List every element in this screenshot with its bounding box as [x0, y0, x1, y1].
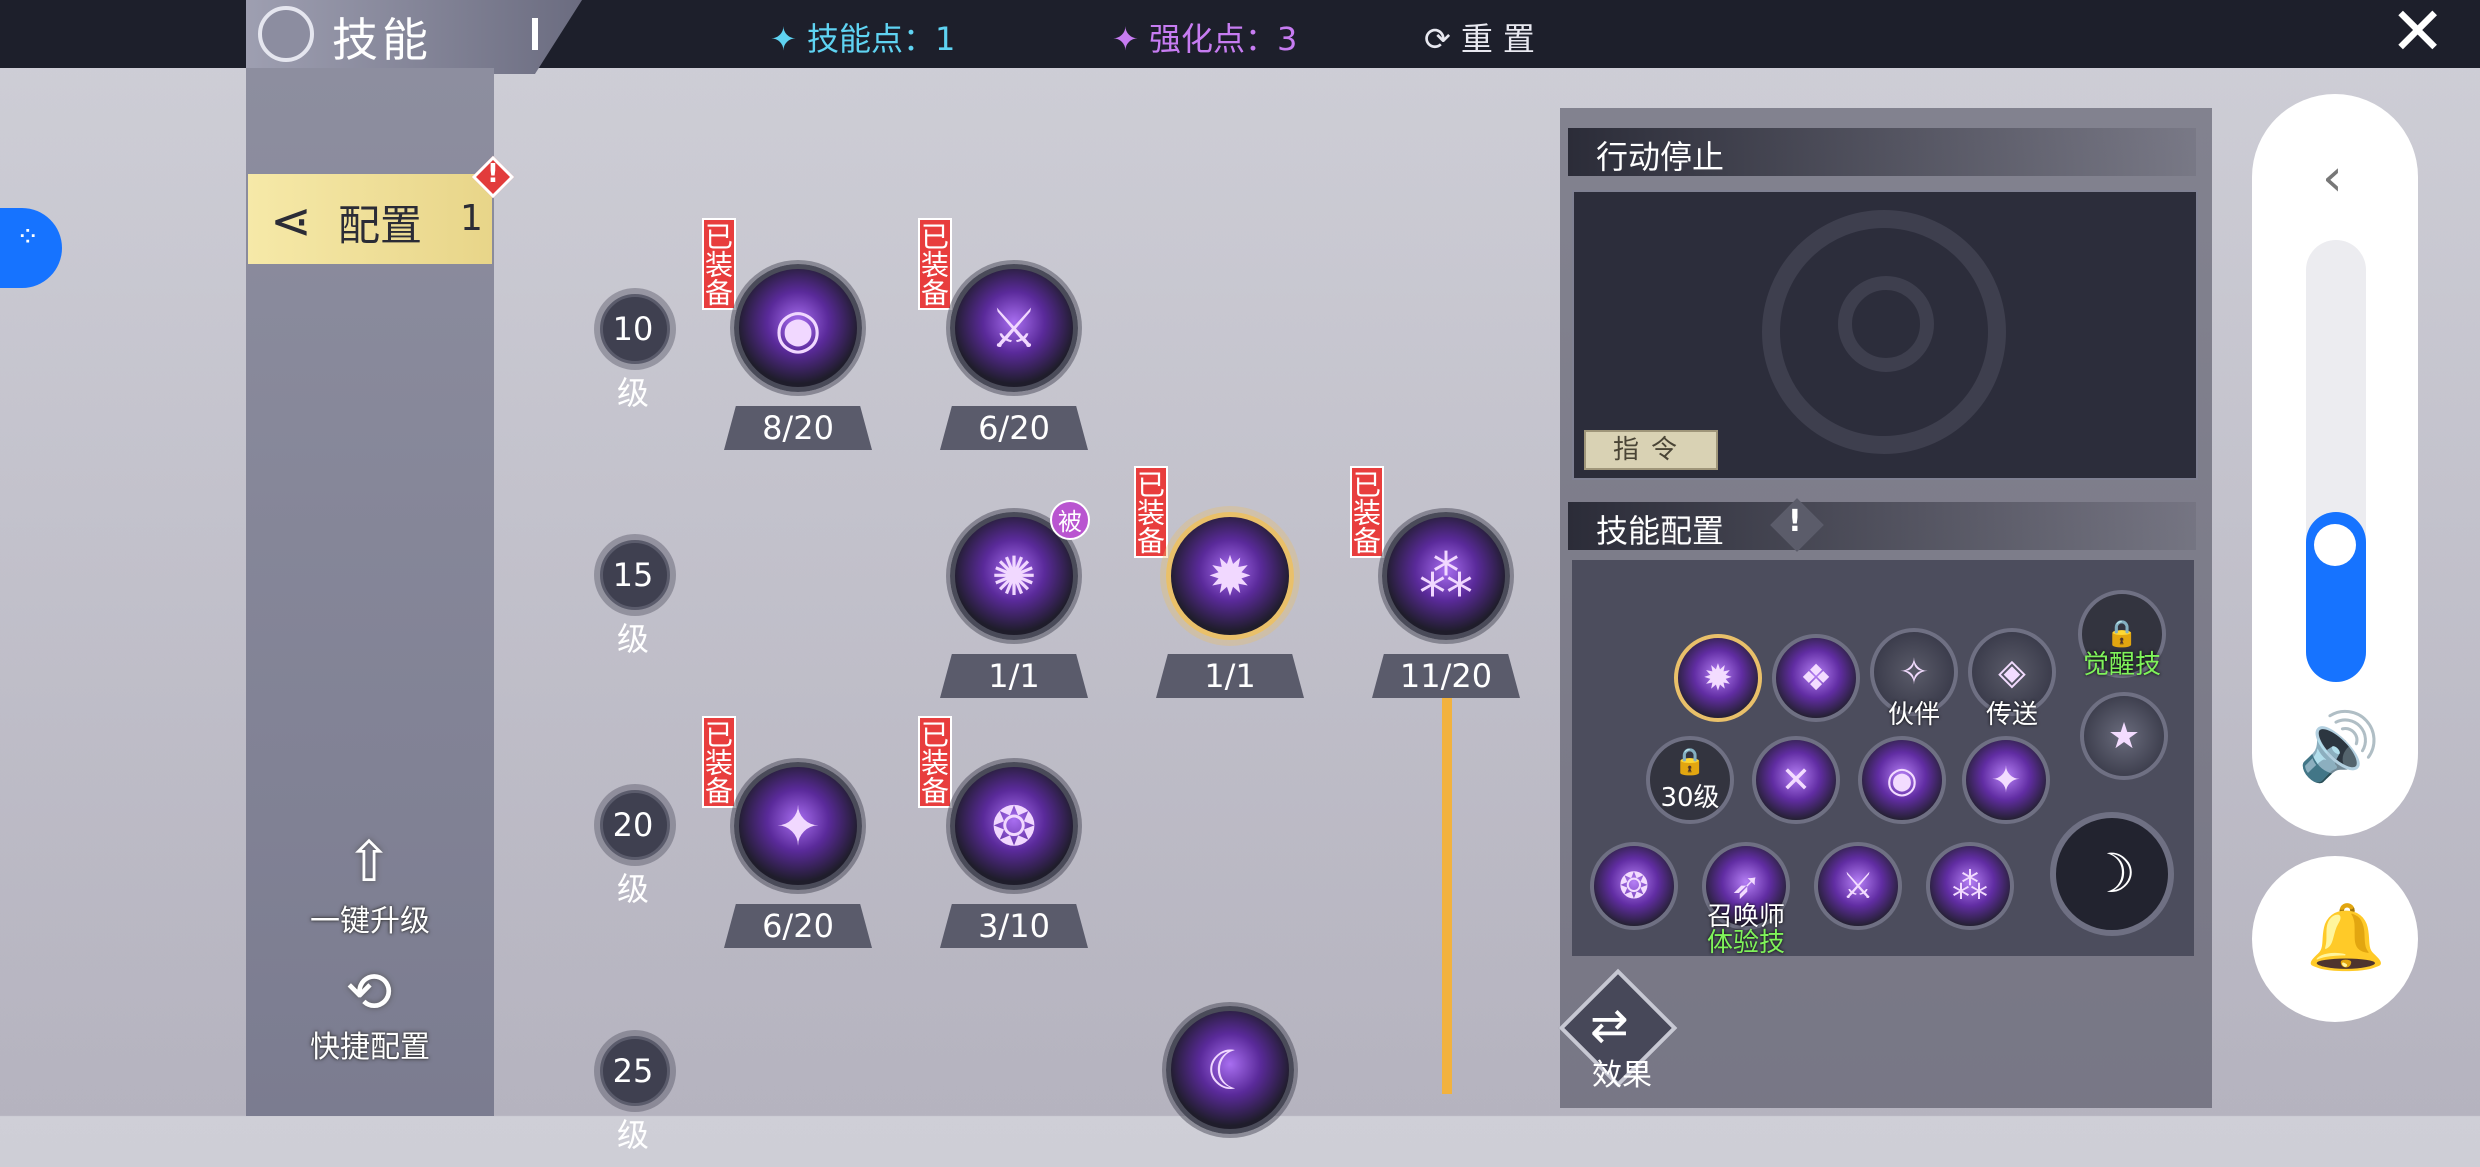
card-skill-icon: ❖: [1799, 657, 1833, 699]
upgrade-arrow-icon: ⇧: [345, 830, 393, 895]
page-title: 技能: [332, 13, 432, 67]
skill-node-15b[interactable]: ✹: [1166, 512, 1294, 640]
skill-points-counter: ✦ 技能点：1: [770, 20, 956, 58]
skill-config-title: 技能配置: [1596, 512, 1725, 550]
orb-skill-icon: ◉: [1886, 759, 1918, 801]
lock-level-label: 30级: [1660, 782, 1720, 813]
skill-level-count: 6/20: [724, 904, 872, 948]
action-title: 行动停止: [1596, 138, 1725, 176]
slot-slash[interactable]: ⚔: [1814, 842, 1902, 930]
slot-quad-orb[interactable]: ⁂: [1926, 842, 2014, 930]
refresh-icon: ⟳: [1424, 20, 1461, 58]
wolf-icon: ✧: [1898, 651, 1930, 693]
slot-card[interactable]: ❖: [1772, 634, 1860, 722]
skill-node-10a[interactable]: ◉: [734, 264, 862, 392]
star-orb-skill-icon: ✦: [1990, 759, 2022, 801]
burst-skill-icon: ✹: [1207, 544, 1253, 608]
passive-badge: 被: [1050, 500, 1090, 540]
main-attack-slot[interactable]: ☽: [2050, 812, 2174, 936]
crescent-attack-icon: ☽: [2087, 842, 2137, 905]
skill-level-count: 1/1: [940, 654, 1088, 698]
skill-node-25a[interactable]: ☾: [1166, 1006, 1294, 1134]
dots-icon: ⁘: [16, 220, 40, 253]
skill-node-15c[interactable]: ⁂: [1382, 512, 1510, 640]
equipped-tag: 已装备: [1133, 466, 1168, 558]
config-tab-label: 配置: [338, 201, 423, 250]
command-button[interactable]: 指令: [1584, 430, 1718, 470]
slot-star-orb[interactable]: ✦: [1962, 736, 2050, 824]
quad-orb-skill-icon: ⁂: [1952, 865, 1988, 907]
skill-level-count: 3/10: [940, 904, 1088, 948]
equipped-tag: 已装备: [917, 716, 952, 808]
title-divider: [532, 18, 538, 50]
speaker-icon[interactable]: 🔊: [2298, 708, 2380, 786]
cross-slash-icon: ✕: [1780, 759, 1812, 801]
skill-points-text: 技能点：1: [806, 20, 956, 58]
orbit-skill-icon: ✺: [991, 544, 1037, 608]
alert-mark: !: [487, 159, 499, 189]
slash-skill-icon: ⚔: [1841, 865, 1875, 907]
level-marker-25: 25级: [600, 1036, 670, 1154]
skill-node-20a[interactable]: ✦: [734, 762, 862, 890]
emblem-inner: [1838, 276, 1934, 372]
slot-orb[interactable]: ◉: [1858, 736, 1946, 824]
enhance-points-counter: ✦ 强化点：3: [1112, 20, 1298, 58]
equipped-tag: 已装备: [1349, 466, 1384, 558]
enhance-points-text: 强化点：3: [1148, 20, 1298, 58]
close-icon[interactable]: ✕: [2390, 0, 2445, 66]
lock-icon: 🔒: [1673, 746, 1707, 777]
skill-node-10b[interactable]: ⚔: [950, 264, 1078, 392]
star-orb-skill-icon: ✦: [775, 794, 821, 858]
bell-icon: 🔔: [2306, 901, 2386, 975]
slot-burst[interactable]: ✹: [1674, 634, 1762, 722]
quad-orb-skill-icon: ⁂: [1419, 544, 1473, 608]
level-marker-20: 20级: [600, 790, 670, 908]
fox-icon: ★: [2107, 715, 2141, 757]
level-marker-10: 10级: [600, 294, 670, 412]
reset-label: 重置: [1460, 20, 1545, 58]
swirl-skill-icon: ❂: [1618, 865, 1650, 907]
quick-config-icon: ⟲: [345, 960, 393, 1025]
chevron-left-icon[interactable]: ‹: [2322, 148, 2343, 208]
skill-level-count: 1/1: [1156, 654, 1304, 698]
skill-link-line: [1442, 680, 1452, 1094]
burst-skill-icon: ✹: [1702, 657, 1734, 699]
skill-level-count: 8/20: [724, 406, 872, 450]
crescent-skill-icon: ☾: [1205, 1038, 1255, 1102]
trial-label: 体验技: [1706, 928, 1785, 958]
equipped-tag: 已装备: [701, 716, 736, 808]
effect-label: 效果: [1592, 1058, 1652, 1093]
swap-arrows-icon: ⇄: [1590, 998, 1629, 1052]
orb-skill-icon: ◉: [774, 296, 822, 360]
volume-slider-knob[interactable]: [2314, 524, 2356, 566]
skill-node-20b[interactable]: ❂: [950, 762, 1078, 890]
slot-locked-30[interactable]: 🔒 30级: [1646, 736, 1734, 824]
equipped-tag: 已装备: [701, 218, 736, 310]
teleport-label: 传送: [1985, 700, 2038, 730]
skill-level-count: 6/20: [940, 406, 1088, 450]
config-tab-number: 1: [460, 198, 483, 239]
share-icon: ⋖: [270, 192, 312, 250]
info-mark: !: [1788, 504, 1802, 539]
quick-config-button[interactable]: 快捷配置: [290, 1022, 450, 1066]
equipped-tag: 已装备: [917, 218, 952, 310]
teleport-icon: ◈: [1998, 651, 2026, 693]
swirl-skill-icon: ❂: [991, 794, 1037, 858]
reset-button[interactable]: ⟳重置: [1424, 14, 1545, 60]
slot-swirl[interactable]: ❂: [1590, 842, 1678, 930]
awaken-label: 觉醒技: [2082, 650, 2161, 680]
skill-emblem-icon: [258, 6, 314, 62]
one-key-upgrade-button[interactable]: 一键升级: [290, 896, 450, 940]
slot-fox[interactable]: ★: [2080, 692, 2168, 780]
level-marker-15: 15级: [600, 540, 670, 658]
skill-level-count: 11/20: [1372, 654, 1520, 698]
slot-cross[interactable]: ✕: [1752, 736, 1840, 824]
slash-skill-icon: ⚔: [989, 296, 1039, 360]
